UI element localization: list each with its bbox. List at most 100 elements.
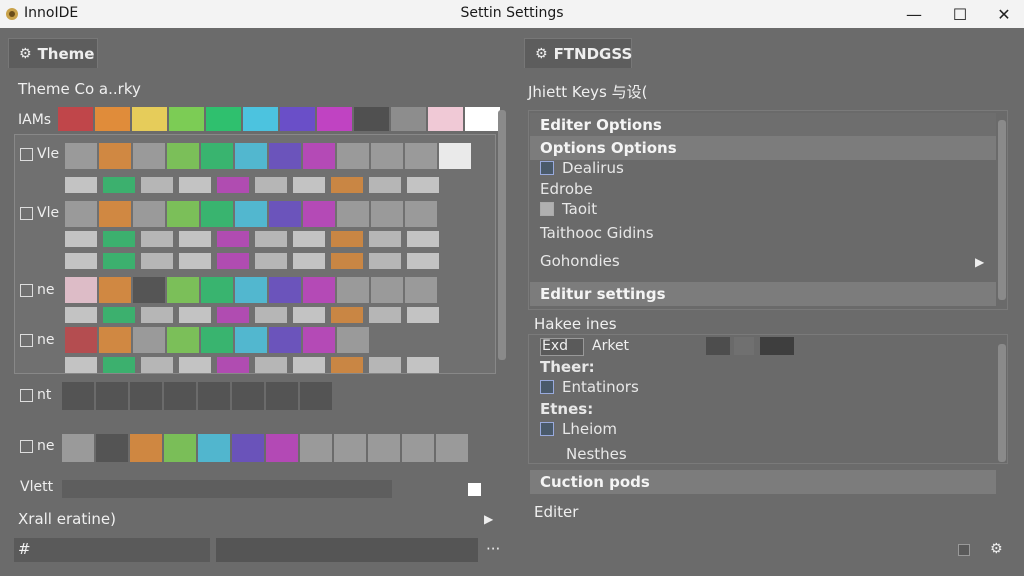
color-swatch[interactable]	[65, 143, 97, 169]
maximize-button[interactable]: ☐	[940, 2, 980, 26]
color-swatch[interactable]	[179, 177, 211, 193]
checkbox-box[interactable]	[20, 147, 33, 161]
color-swatch[interactable]	[217, 307, 249, 323]
color-swatch[interactable]	[232, 382, 264, 410]
color-swatch[interactable]	[217, 357, 249, 373]
color-swatch[interactable]	[255, 357, 287, 373]
color-swatch[interactable]	[407, 253, 439, 269]
color-swatch[interactable]	[243, 107, 278, 131]
color-swatch[interactable]	[133, 143, 165, 169]
color-swatch[interactable]	[334, 434, 366, 462]
color-swatch[interactable]	[141, 253, 173, 269]
color-swatch[interactable]	[179, 307, 211, 323]
row-checkbox-3[interactable]: ne	[20, 282, 55, 298]
color-swatch[interactable]	[201, 277, 233, 303]
color-swatch[interactable]	[465, 107, 500, 131]
color-swatch[interactable]	[235, 327, 267, 353]
checkbox-box[interactable]	[20, 333, 33, 347]
color-swatch[interactable]	[405, 143, 437, 169]
color-swatch[interactable]	[369, 307, 401, 323]
right-scrollbar[interactable]	[998, 120, 1006, 300]
color-swatch[interactable]	[99, 327, 131, 353]
hotkeys-scrollbar[interactable]	[998, 344, 1006, 462]
color-swatch[interactable]	[164, 434, 196, 462]
checkbox-box[interactable]	[540, 202, 554, 216]
color-swatch[interactable]	[217, 177, 249, 193]
color-swatch[interactable]	[65, 231, 97, 247]
color-swatch[interactable]	[235, 201, 267, 227]
settings-gear-icon[interactable]: ⚙	[990, 541, 1003, 557]
color-swatch[interactable]	[436, 434, 468, 462]
filter-input[interactable]	[14, 538, 210, 562]
color-swatch[interactable]	[293, 231, 325, 247]
chevron-right-icon[interactable]: ▶	[975, 255, 984, 269]
color-swatch[interactable]	[96, 382, 128, 410]
color-swatch[interactable]	[103, 357, 135, 373]
color-swatch[interactable]	[371, 277, 403, 303]
checkbox-box[interactable]	[20, 388, 33, 402]
color-swatch[interactable]	[407, 307, 439, 323]
color-swatch[interactable]	[368, 434, 400, 462]
color-swatch[interactable]	[217, 253, 249, 269]
color-swatch[interactable]	[133, 201, 165, 227]
checkbox-box[interactable]	[20, 283, 33, 297]
color-swatch[interactable]	[99, 277, 131, 303]
white-swatch[interactable]	[468, 483, 481, 496]
color-swatch[interactable]	[300, 382, 332, 410]
color-swatch[interactable]	[217, 231, 249, 247]
color-swatch[interactable]	[354, 107, 389, 131]
checkbox-box[interactable]	[540, 380, 554, 394]
left-scrollbar[interactable]	[498, 110, 506, 360]
tab-theme[interactable]: ⚙ Theme	[8, 38, 98, 68]
color-swatch[interactable]	[255, 307, 287, 323]
row-checkbox-6[interactable]: ne	[20, 438, 55, 454]
color-swatch[interactable]	[103, 307, 135, 323]
color-swatch[interactable]	[65, 177, 97, 193]
color-swatch[interactable]	[201, 201, 233, 227]
tab-settings[interactable]: ⚙ FTNDGSS	[524, 38, 632, 68]
color-swatch[interactable]	[99, 201, 131, 227]
row-checkbox-2[interactable]: Vle	[20, 205, 59, 221]
color-swatch[interactable]	[103, 231, 135, 247]
color-swatch[interactable]	[130, 434, 162, 462]
color-swatch[interactable]	[269, 277, 301, 303]
color-swatch[interactable]	[303, 201, 335, 227]
color-swatch[interactable]	[269, 201, 301, 227]
checkbox-box[interactable]	[540, 422, 554, 436]
color-swatch[interactable]	[269, 327, 301, 353]
color-swatch[interactable]	[407, 357, 439, 373]
color-swatch[interactable]	[65, 201, 97, 227]
color-swatch[interactable]	[198, 382, 230, 410]
color-swatch[interactable]	[303, 277, 335, 303]
color-swatch[interactable]	[167, 143, 199, 169]
color-swatch[interactable]	[103, 253, 135, 269]
color-swatch[interactable]	[169, 107, 204, 131]
color-swatch[interactable]	[167, 201, 199, 227]
more-button[interactable]: ···	[486, 540, 500, 558]
color-swatch[interactable]	[255, 253, 287, 269]
color-swatch[interactable]	[130, 382, 162, 410]
color-swatch[interactable]	[405, 277, 437, 303]
color-swatch[interactable]	[62, 434, 94, 462]
color-swatch[interactable]	[58, 107, 93, 131]
color-swatch[interactable]	[65, 357, 97, 373]
color-swatch[interactable]	[141, 177, 173, 193]
color-swatch[interactable]	[293, 177, 325, 193]
color-swatch[interactable]	[439, 143, 471, 169]
color-swatch[interactable]	[371, 143, 403, 169]
color-swatch[interactable]	[65, 307, 97, 323]
color-swatch[interactable]	[141, 231, 173, 247]
color-swatch[interactable]	[141, 357, 173, 373]
color-swatch[interactable]	[331, 253, 363, 269]
color-swatch[interactable]	[103, 177, 135, 193]
color-swatch[interactable]	[179, 231, 211, 247]
color-swatch[interactable]	[179, 253, 211, 269]
hotkey-lheiom[interactable]: Lheiom	[540, 420, 617, 438]
color-swatch[interactable]	[201, 143, 233, 169]
color-swatch[interactable]	[65, 253, 97, 269]
color-swatch[interactable]	[371, 201, 403, 227]
checkbox-box[interactable]	[20, 206, 33, 220]
color-swatch[interactable]	[293, 357, 325, 373]
color-swatch[interactable]	[280, 107, 315, 131]
color-swatch[interactable]	[337, 277, 369, 303]
